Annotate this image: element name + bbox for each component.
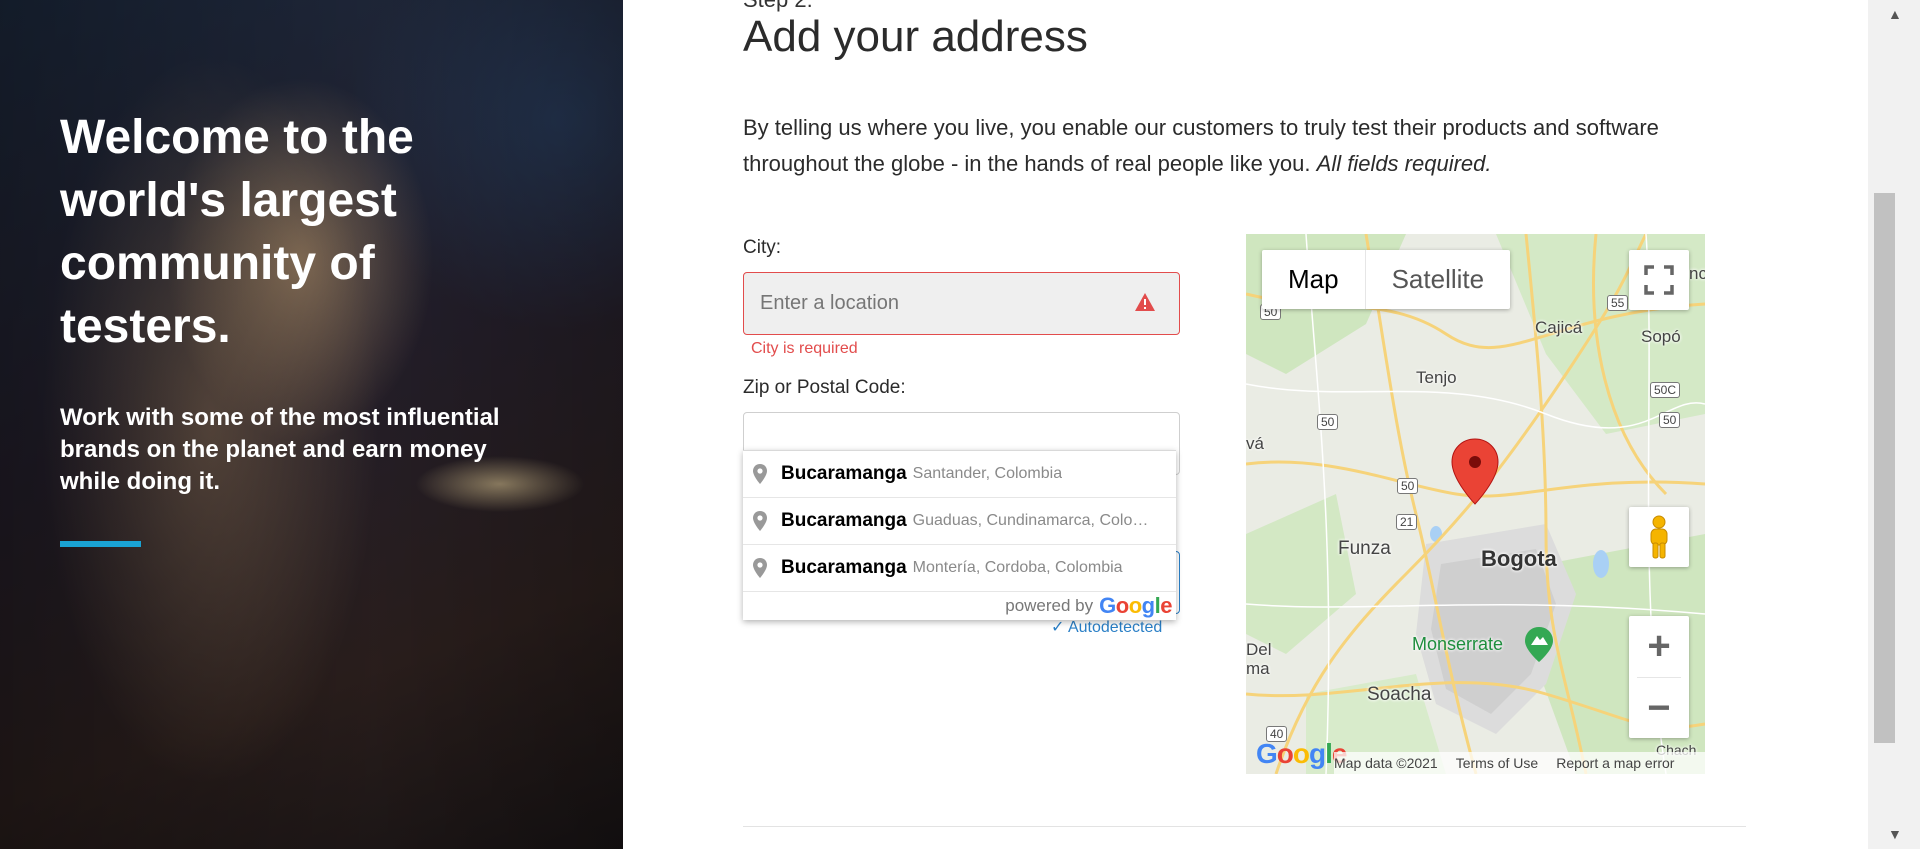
city-input[interactable]	[743, 272, 1180, 335]
autocomplete-item-main: Bucaramanga	[781, 557, 907, 578]
scroll-down-arrow-icon[interactable]: ▼	[1888, 826, 1902, 842]
map-label-cajica: Cajicá	[1535, 318, 1583, 337]
road-shield: 50	[1317, 414, 1339, 430]
map-label-monserrate: Monserrate	[1412, 634, 1504, 654]
google-attribution-logo: Google	[1099, 593, 1172, 618]
map-data-attribution: Map data ©2021	[1334, 755, 1438, 771]
autocomplete-dropdown: Bucaramanga Santander, Colombia Bucarama…	[743, 450, 1176, 620]
location-pin-icon	[753, 511, 767, 531]
map-footer: Map data ©2021 Terms of Use Report a map…	[1334, 752, 1705, 774]
zoom-control: + −	[1629, 616, 1689, 738]
map-label-ma: ma	[1246, 659, 1270, 678]
autocomplete-item[interactable]: Bucaramanga Santander, Colombia	[743, 451, 1176, 498]
map-label-del: Del	[1246, 640, 1272, 659]
map-type-control: Map Satellite	[1262, 250, 1511, 309]
autocomplete-item-secondary: Santander, Colombia	[912, 465, 1063, 482]
map-label-tenjo: Tenjo	[1416, 368, 1457, 387]
city-error-message: City is required	[751, 340, 858, 357]
street-view-button[interactable]	[1629, 507, 1689, 567]
scroll-thumb[interactable]	[1874, 193, 1895, 743]
page-title: Add your address	[743, 12, 1088, 61]
autocomplete-item-main: Bucaramanga	[781, 463, 907, 484]
hero-title: Welcome to the world's largest community…	[60, 111, 414, 353]
autocomplete-item[interactable]: Bucaramanga Guaduas, Cundinamarca, Colom…	[743, 498, 1176, 545]
hero-panel: Welcome to the world's largest community…	[0, 0, 623, 849]
zip-label: Zip or Postal Code:	[743, 377, 906, 398]
map-type-satellite-button[interactable]: Satellite	[1364, 250, 1511, 309]
autocomplete-item-secondary: Guaduas, Cundinamarca, Colombia	[912, 512, 1158, 529]
map-label-nc: nc	[1689, 264, 1705, 283]
hero-subtitle: Work with some of the most influential b…	[60, 404, 500, 495]
intro-body: By telling us where you live, you enable…	[743, 115, 1659, 176]
main-content: Step 2: Add your address By telling us w…	[623, 0, 1868, 849]
location-map[interactable]: Map Satellite + − Bogota Funza Tenjo Caj…	[1246, 234, 1705, 774]
fullscreen-icon	[1644, 265, 1674, 295]
map-label-soacha: Soacha	[1367, 684, 1432, 705]
map-type-map-button[interactable]: Map	[1262, 250, 1365, 309]
road-shield: 55	[1607, 295, 1629, 311]
powered-by-text: powered by	[1005, 596, 1094, 615]
hero-content: Welcome to the world's largest community…	[60, 106, 560, 547]
autocomplete-item-secondary: Montería, Cordoba, Colombia	[912, 559, 1123, 576]
map-label-funza: Funza	[1338, 538, 1391, 559]
road-shield: 21	[1396, 514, 1418, 530]
warning-icon	[1135, 293, 1155, 311]
road-shield: 50	[1397, 478, 1419, 494]
scroll-up-arrow-icon[interactable]: ▲	[1888, 6, 1902, 22]
location-pin-icon	[753, 558, 767, 578]
google-map-logo[interactable]: Google	[1256, 738, 1347, 770]
road-shield: 50C	[1650, 382, 1681, 398]
autocomplete-item[interactable]: Bucaramanga Montería, Cordoba, Colombia	[743, 545, 1176, 592]
page-scrollbar[interactable]: ▲ ▼	[1868, 0, 1920, 849]
autocomplete-attribution: powered by Google	[743, 592, 1176, 620]
zoom-in-button[interactable]: +	[1629, 616, 1689, 677]
map-label-sopo: Sopó	[1641, 327, 1681, 346]
road-shield: 50	[1659, 412, 1681, 428]
zoom-out-button[interactable]: −	[1629, 678, 1689, 739]
location-pin-icon	[753, 464, 767, 484]
terms-of-use-link[interactable]: Terms of Use	[1456, 755, 1538, 771]
autocomplete-item-main: Bucaramanga	[781, 510, 907, 531]
map-label-va: vá	[1246, 434, 1264, 453]
fullscreen-button[interactable]	[1629, 250, 1689, 310]
intro-emphasis: All fields required.	[1316, 151, 1492, 176]
map-label-bogota: Bogota	[1481, 546, 1557, 571]
autodetected-label: ✓ Autodetected	[1051, 619, 1163, 636]
intro-text: By telling us where you live, you enable…	[743, 110, 1703, 182]
pegman-icon	[1650, 515, 1668, 559]
report-map-error-link[interactable]: Report a map error	[1556, 755, 1674, 771]
section-divider	[743, 826, 1746, 827]
city-label: City:	[743, 237, 781, 258]
hero-accent-bar	[60, 541, 141, 547]
